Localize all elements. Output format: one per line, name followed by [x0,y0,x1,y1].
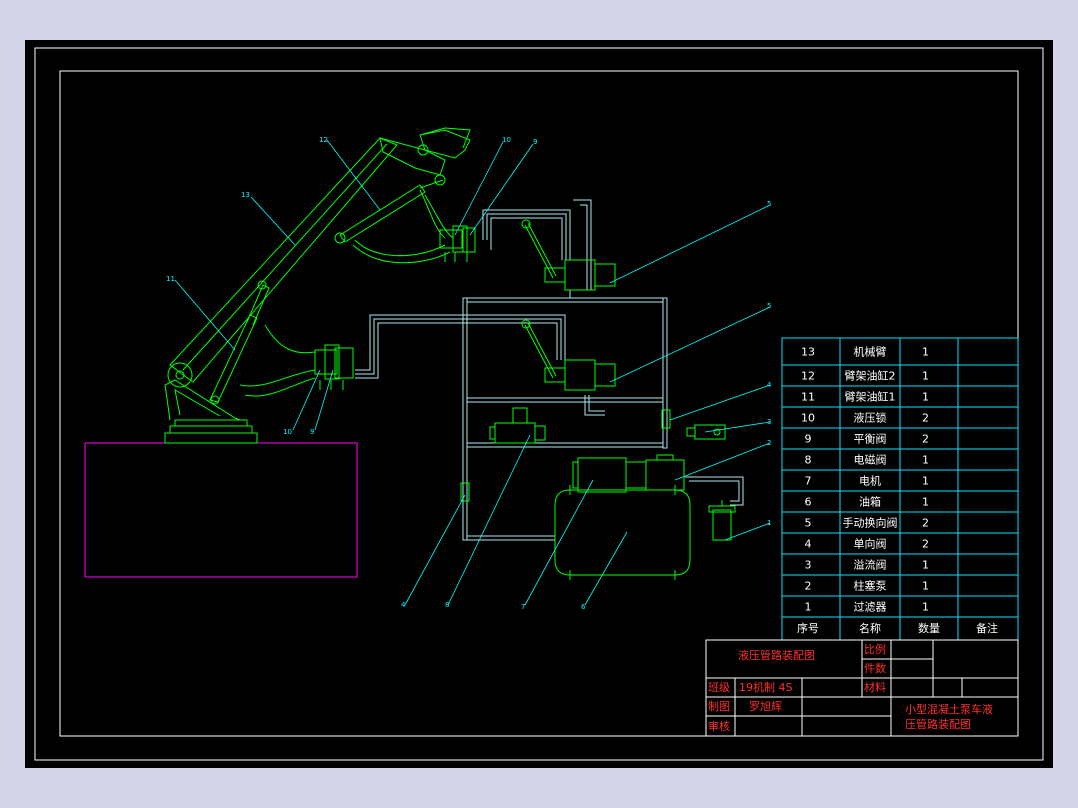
callout-5-mid: 5 [767,302,771,310]
parts-table-grid [781,337,1019,641]
callout-10-bot: 10 [283,428,292,436]
table-row-qty: 1 [922,391,929,404]
table-row-qty: 1 [922,496,929,509]
table-row-name: 液压锁 [854,411,887,425]
header-name: 名称 [859,621,881,635]
callout-2: 2 [767,439,771,447]
project-line1: 小型混凝土泵车液 [905,702,993,716]
callout-12: 12 [319,136,328,144]
table-row-no: 9 [805,433,812,446]
callout-7: 7 [521,603,525,611]
table-row-name: 臂架油缸1 [845,390,896,404]
table-row-no: 1 [805,601,812,614]
table-row-name: 平衡阀 [854,432,887,446]
table-row-no: 5 [805,517,812,530]
table-row-name: 溢流阀 [854,558,887,572]
table-row-qty: 1 [922,601,929,614]
drawing-sheet: 13 12 11 10 9 5 5 4 3 2 1 10 9 4 8 7 6 1… [25,40,1053,768]
callout-6: 6 [581,603,586,611]
callout-4-bot: 4 [401,601,406,609]
title-block-text: 液压管路装配图 比例 件数 材料 班级 19机制 4S 制图 罗旭辉 审核 小型… [708,642,993,733]
table-row-name: 过滤器 [854,601,887,614]
table-row-name: 臂架油缸2 [845,369,896,383]
table-row-qty: 1 [922,454,929,467]
table-row-no: 8 [805,454,812,467]
drawn-label: 制图 [708,700,730,713]
table-row-qty: 2 [922,412,929,425]
table-row-qty: 2 [922,538,929,551]
callout-10-top: 10 [502,136,511,144]
table-row-no: 2 [805,580,812,593]
table-row-no: 3 [805,559,812,572]
drawn-value: 罗旭辉 [749,699,782,713]
table-row-no: 7 [805,475,812,488]
callout-4: 4 [767,381,772,389]
table-row-name: 油箱 [859,495,881,509]
table-row-name: 手动换向阀 [843,516,898,530]
title-block: 液压管路装配图 比例 件数 材料 班级 19机制 4S 制图 罗旭辉 审核 小型… [705,639,1019,737]
table-row-qty: 1 [922,559,929,572]
machine [164,127,736,580]
table-row-no: 4 [805,538,812,551]
scale-label: 比例 [864,642,886,656]
cad-drawing: 13 12 11 10 9 5 5 4 3 2 1 10 9 4 8 7 6 1… [34,47,1044,761]
table-row-qty: 1 [922,370,929,383]
callout-11: 11 [166,275,175,283]
table-row-name: 机械臂 [854,345,887,359]
class-label: 班级 [708,681,730,694]
table-row-name: 柱塞泵 [854,579,887,593]
table-row-qty: 2 [922,433,929,446]
table-row-no: 13 [801,346,815,359]
callout-8: 8 [445,601,449,609]
callout-5-top: 5 [767,200,771,208]
table-row-no: 11 [801,391,815,404]
table-row-no: 10 [801,412,815,425]
header-remark: 备注 [976,621,998,635]
table-row-name: 电磁阀 [854,453,887,467]
table-row-name: 电机 [859,474,881,488]
table-row-no: 12 [801,370,815,383]
callout-9-bot: 9 [310,428,314,436]
outer-frame [34,47,1044,761]
header-qty: 数量 [918,622,940,635]
header-no: 序号 [797,621,819,635]
review-label: 审核 [708,719,730,733]
table-row-name: 单向阀 [854,537,887,551]
material-label: 材料 [864,680,886,694]
callout-13: 13 [241,191,250,199]
parts-rows: 13 机械臂 112 臂架油缸2 111 臂架油缸1 110 液压锁 29 平衡阀 28 电磁阀 17 电… [801,345,929,614]
table-row-qty: 1 [922,475,929,488]
callout-9-top: 9 [533,138,537,146]
project-line2: 压管路装配图 [905,717,971,731]
leader-lines [174,139,771,606]
parts-table: 13 机械臂 112 臂架油缸2 111 臂架油缸1 110 液压锁 29 平衡阀 28 电磁阀 17 电… [781,337,1019,641]
table-row-qty: 1 [922,580,929,593]
inner-frame [59,70,1019,737]
class-value: 19机制 4S [739,680,792,694]
count-label: 件数 [864,662,886,675]
table-row-qty: 2 [922,517,929,530]
callout-3: 3 [767,418,771,426]
parts-header: 序号 名称 数量 备注 [797,621,998,635]
drawing-title: 液压管路装配图 [738,648,815,662]
callout-1: 1 [767,519,771,527]
table-row-no: 6 [805,496,812,509]
base-box [84,442,358,578]
table-row-qty: 1 [922,346,929,359]
